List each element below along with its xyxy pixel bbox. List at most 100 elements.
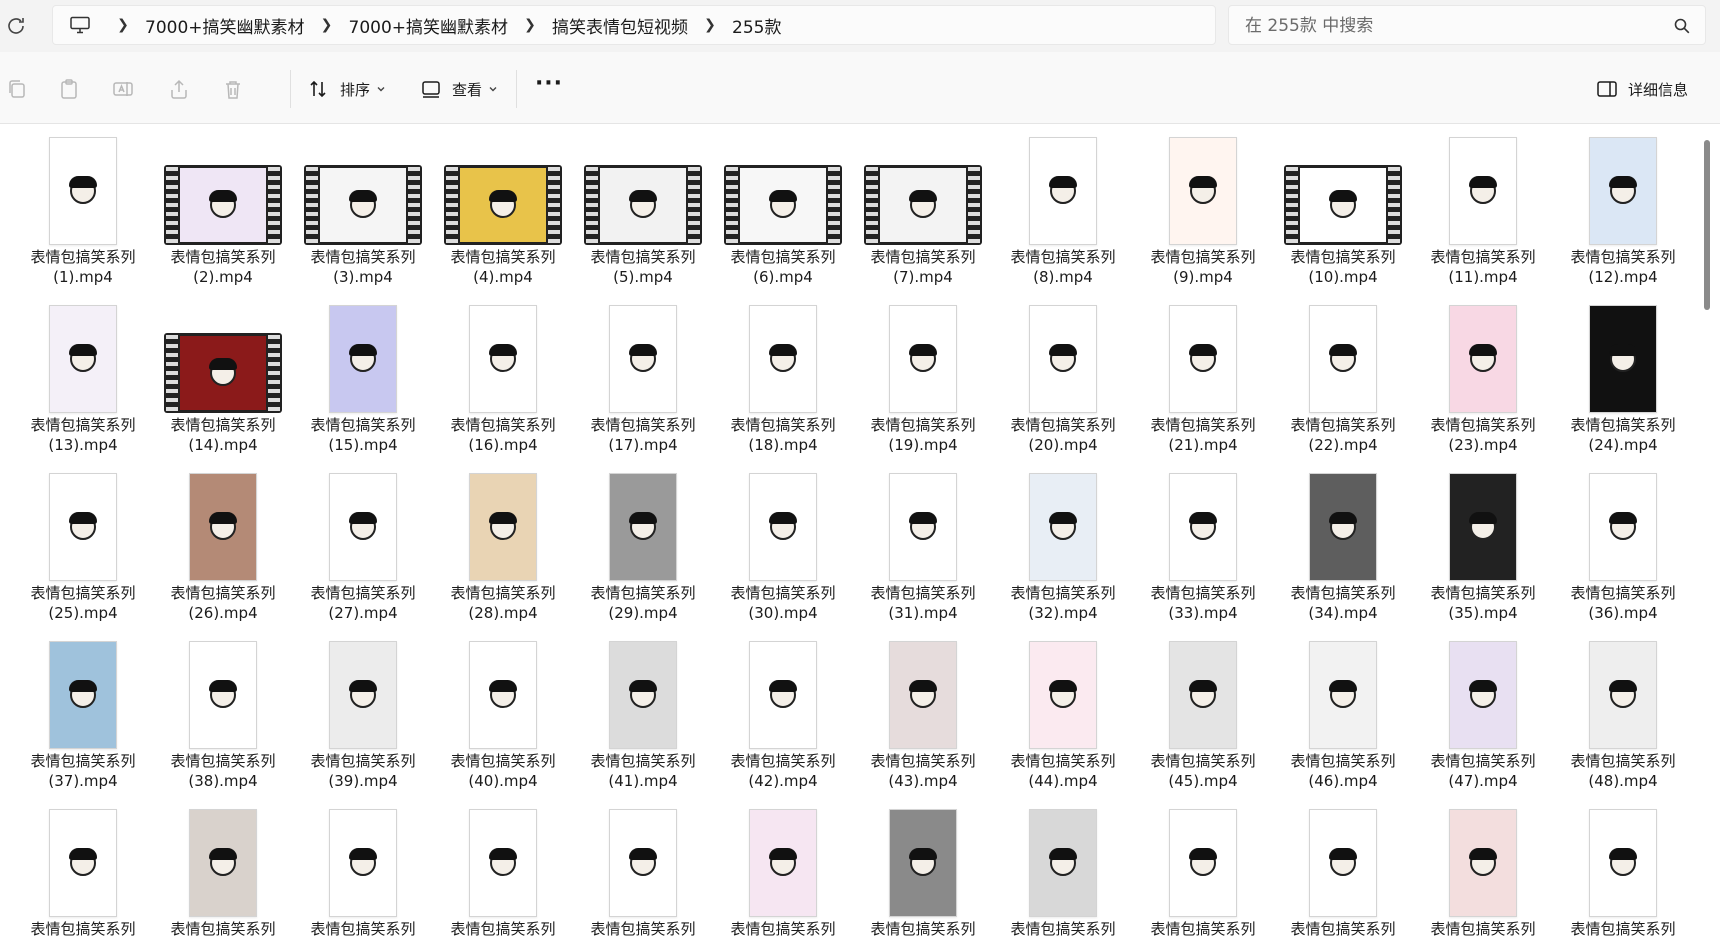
file-item[interactable]: 表情包搞笑系列 — [720, 797, 846, 945]
file-item[interactable]: 表情包搞笑系列 (8).mp4 — [1000, 125, 1126, 286]
breadcrumb-item[interactable]: 7000+搞笑幽默素材 — [143, 13, 307, 38]
video-thumbnail — [1589, 809, 1657, 917]
share-icon[interactable] — [168, 78, 190, 100]
file-item[interactable]: 表情包搞笑系列 (25).mp4 — [20, 461, 146, 622]
file-item[interactable]: 表情包搞笑系列 (41).mp4 — [580, 629, 706, 790]
file-item[interactable]: 表情包搞笑系列 (9).mp4 — [1140, 125, 1266, 286]
file-item[interactable]: 表情包搞笑系列 (2).mp4 — [160, 125, 286, 286]
file-name-label: 表情包搞笑系列 (18).mp4 — [730, 416, 836, 454]
paste-icon[interactable] — [58, 78, 80, 100]
file-item[interactable]: 表情包搞笑系列 (45).mp4 — [1140, 629, 1266, 790]
file-item[interactable]: 表情包搞笑系列 (12).mp4 — [1560, 125, 1686, 286]
file-item[interactable]: 表情包搞笑系列 — [580, 797, 706, 945]
chevron-right-icon[interactable]: ❯ — [111, 17, 135, 33]
file-item[interactable]: 表情包搞笑系列 (21).mp4 — [1140, 293, 1266, 454]
file-item[interactable]: 表情包搞笑系列 (40).mp4 — [440, 629, 566, 790]
details-pane-button[interactable]: 详细信息 — [1596, 74, 1688, 104]
file-item[interactable]: 表情包搞笑系列 (10).mp4 — [1280, 125, 1406, 286]
file-item[interactable]: 表情包搞笑系列 — [1000, 797, 1126, 945]
file-item[interactable]: 表情包搞笑系列 (24).mp4 — [1560, 293, 1686, 454]
search-icon[interactable] — [1673, 17, 1691, 35]
file-item[interactable]: 表情包搞笑系列 (15).mp4 — [300, 293, 426, 454]
file-item[interactable]: 表情包搞笑系列 (20).mp4 — [1000, 293, 1126, 454]
video-thumbnail — [1169, 305, 1237, 413]
search-input[interactable] — [1245, 14, 1645, 38]
breadcrumb-item[interactable]: 搞笑表情包短视频 — [550, 13, 690, 38]
file-item[interactable]: 表情包搞笑系列 (34).mp4 — [1280, 461, 1406, 622]
view-button[interactable]: 查看 — [420, 74, 498, 104]
address-bar[interactable]: ❯ 7000+搞笑幽默素材 ❯ 7000+搞笑幽默素材 ❯ 搞笑表情包短视频 ❯… — [52, 5, 1216, 45]
file-item[interactable]: 表情包搞笑系列 (13).mp4 — [20, 293, 146, 454]
file-item[interactable]: 表情包搞笑系列 (16).mp4 — [440, 293, 566, 454]
file-item[interactable]: 表情包搞笑系列 (27).mp4 — [300, 461, 426, 622]
file-item[interactable]: 表情包搞笑系列 (37).mp4 — [20, 629, 146, 790]
file-item[interactable]: 表情包搞笑系列 (11).mp4 — [1420, 125, 1546, 286]
file-item[interactable]: 表情包搞笑系列 — [1560, 797, 1686, 945]
thumbnail-container — [300, 639, 426, 749]
sort-button[interactable]: 排序 — [308, 74, 386, 104]
file-item[interactable]: 表情包搞笑系列 (26).mp4 — [160, 461, 286, 622]
file-item[interactable]: 表情包搞笑系列 (43).mp4 — [860, 629, 986, 790]
vertical-scrollbar[interactable] — [1704, 140, 1710, 310]
file-item[interactable]: 表情包搞笑系列 (39).mp4 — [300, 629, 426, 790]
copy-icon[interactable] — [6, 78, 28, 100]
file-item[interactable]: 表情包搞笑系列 — [440, 797, 566, 945]
video-thumbnail — [1309, 305, 1377, 413]
file-item[interactable]: 表情包搞笑系列 — [300, 797, 426, 945]
file-item[interactable]: 表情包搞笑系列 (4).mp4 — [440, 125, 566, 286]
thumbnail-container — [720, 807, 846, 917]
file-name-label: 表情包搞笑系列 — [1570, 920, 1676, 938]
file-item[interactable]: 表情包搞笑系列 (29).mp4 — [580, 461, 706, 622]
file-item[interactable]: 表情包搞笑系列 (18).mp4 — [720, 293, 846, 454]
file-item[interactable]: 表情包搞笑系列 (1).mp4 — [20, 125, 146, 286]
file-item[interactable]: 表情包搞笑系列 (22).mp4 — [1280, 293, 1406, 454]
file-item[interactable]: 表情包搞笑系列 — [860, 797, 986, 945]
file-item[interactable]: 表情包搞笑系列 (38).mp4 — [160, 629, 286, 790]
thumbnail-container — [160, 807, 286, 917]
file-item[interactable]: 表情包搞笑系列 (32).mp4 — [1000, 461, 1126, 622]
chevron-right-icon[interactable]: ❯ — [698, 17, 722, 33]
file-item[interactable]: 表情包搞笑系列 (17).mp4 — [580, 293, 706, 454]
file-name-label: 表情包搞笑系列 (1).mp4 — [30, 248, 136, 286]
video-thumbnail — [1449, 137, 1517, 245]
more-options-button[interactable]: ··· — [534, 73, 564, 104]
file-item[interactable]: 表情包搞笑系列 (48).mp4 — [1560, 629, 1686, 790]
video-thumbnail — [1309, 809, 1377, 917]
file-item[interactable]: 表情包搞笑系列 (5).mp4 — [580, 125, 706, 286]
file-item[interactable]: 表情包搞笑系列 (23).mp4 — [1420, 293, 1546, 454]
video-thumbnail — [1449, 473, 1517, 581]
breadcrumb-item-current[interactable]: 255款 — [730, 13, 783, 38]
file-item[interactable]: 表情包搞笑系列 (42).mp4 — [720, 629, 846, 790]
file-item[interactable]: 表情包搞笑系列 (47).mp4 — [1420, 629, 1546, 790]
file-item[interactable]: 表情包搞笑系列 — [160, 797, 286, 945]
file-item[interactable]: 表情包搞笑系列 (44).mp4 — [1000, 629, 1126, 790]
sort-label: 排序 — [340, 80, 371, 99]
file-item[interactable]: 表情包搞笑系列 (35).mp4 — [1420, 461, 1546, 622]
file-item[interactable]: 表情包搞笑系列 (3).mp4 — [300, 125, 426, 286]
delete-icon[interactable] — [222, 78, 244, 100]
breadcrumb-item[interactable]: 7000+搞笑幽默素材 — [347, 13, 511, 38]
file-item[interactable]: 表情包搞笑系列 (6).mp4 — [720, 125, 846, 286]
file-item[interactable]: 表情包搞笑系列 (46).mp4 — [1280, 629, 1406, 790]
this-pc-icon[interactable] — [69, 16, 91, 34]
file-item[interactable]: 表情包搞笑系列 (31).mp4 — [860, 461, 986, 622]
file-item[interactable]: 表情包搞笑系列 (28).mp4 — [440, 461, 566, 622]
rename-icon[interactable] — [112, 78, 134, 100]
chevron-right-icon[interactable]: ❯ — [315, 17, 339, 33]
file-item[interactable]: 表情包搞笑系列 (14).mp4 — [160, 293, 286, 454]
thumbnail-container — [860, 807, 986, 917]
file-name-label: 表情包搞笑系列 (38).mp4 — [170, 752, 276, 790]
file-item[interactable]: 表情包搞笑系列 (36).mp4 — [1560, 461, 1686, 622]
file-item[interactable]: 表情包搞笑系列 (7).mp4 — [860, 125, 986, 286]
refresh-icon[interactable] — [4, 14, 28, 38]
file-item[interactable]: 表情包搞笑系列 — [1420, 797, 1546, 945]
file-item[interactable]: 表情包搞笑系列 (33).mp4 — [1140, 461, 1266, 622]
file-item[interactable]: 表情包搞笑系列 — [1280, 797, 1406, 945]
details-label: 详细信息 — [1628, 80, 1689, 99]
chevron-right-icon[interactable]: ❯ — [518, 17, 542, 33]
search-box[interactable] — [1228, 5, 1706, 45]
file-item[interactable]: 表情包搞笑系列 (19).mp4 — [860, 293, 986, 454]
file-item[interactable]: 表情包搞笑系列 — [20, 797, 146, 945]
file-item[interactable]: 表情包搞笑系列 (30).mp4 — [720, 461, 846, 622]
file-item[interactable]: 表情包搞笑系列 — [1140, 797, 1266, 945]
